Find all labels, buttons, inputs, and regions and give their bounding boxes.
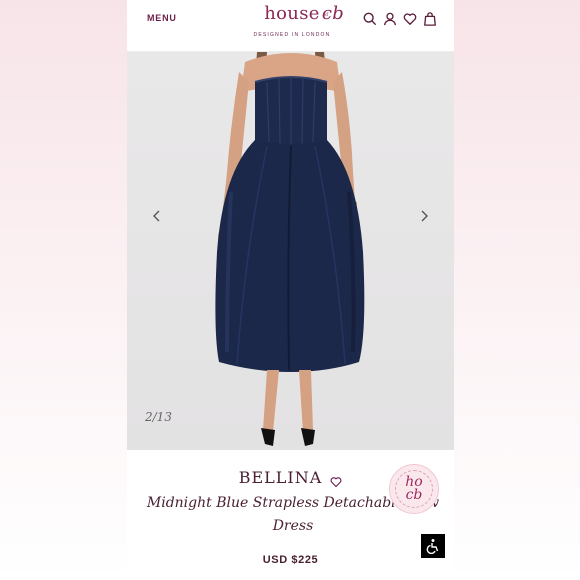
heart-icon <box>330 476 342 487</box>
phone-screen: MENU house of cb DESIGNED IN LONDON 2/13… <box>127 0 454 580</box>
search-icon[interactable] <box>363 12 377 26</box>
product-name: BELLINA <box>238 468 323 487</box>
brand-badge-button[interactable]: ho cb <box>389 464 439 514</box>
account-icon[interactable] <box>383 12 397 26</box>
header-icons <box>363 12 437 26</box>
svg-text:cb: cb <box>322 3 344 24</box>
wishlist-heart-icon[interactable] <box>403 12 417 26</box>
bag-icon[interactable] <box>423 12 437 26</box>
menu-button[interactable]: MENU <box>147 13 177 23</box>
brand-badge-logo: ho cb <box>395 470 433 508</box>
brand-logo[interactable]: house of cb DESIGNED IN LONDON <box>237 2 347 38</box>
add-to-wishlist-button[interactable] <box>330 473 342 487</box>
image-counter: 2/13 <box>145 410 172 424</box>
chevron-left-icon <box>153 210 160 222</box>
site-header: MENU house of cb DESIGNED IN LONDON <box>127 0 454 52</box>
brand-badge-text: ho cb <box>405 474 423 503</box>
next-image-button[interactable] <box>418 209 430 223</box>
accessibility-icon <box>426 539 439 554</box>
product-price: USD $225 <box>262 554 319 566</box>
previous-image-button[interactable] <box>151 209 163 223</box>
logo-wordmark: house of cb <box>237 2 347 29</box>
product-photo <box>215 52 365 446</box>
svg-text:house: house <box>264 3 319 24</box>
product-image-gallery[interactable]: 2/13 <box>127 52 454 450</box>
logo-tagline: DESIGNED IN LONDON <box>253 32 331 38</box>
chevron-right-icon <box>421 210 428 222</box>
accessibility-button[interactable] <box>421 534 445 558</box>
